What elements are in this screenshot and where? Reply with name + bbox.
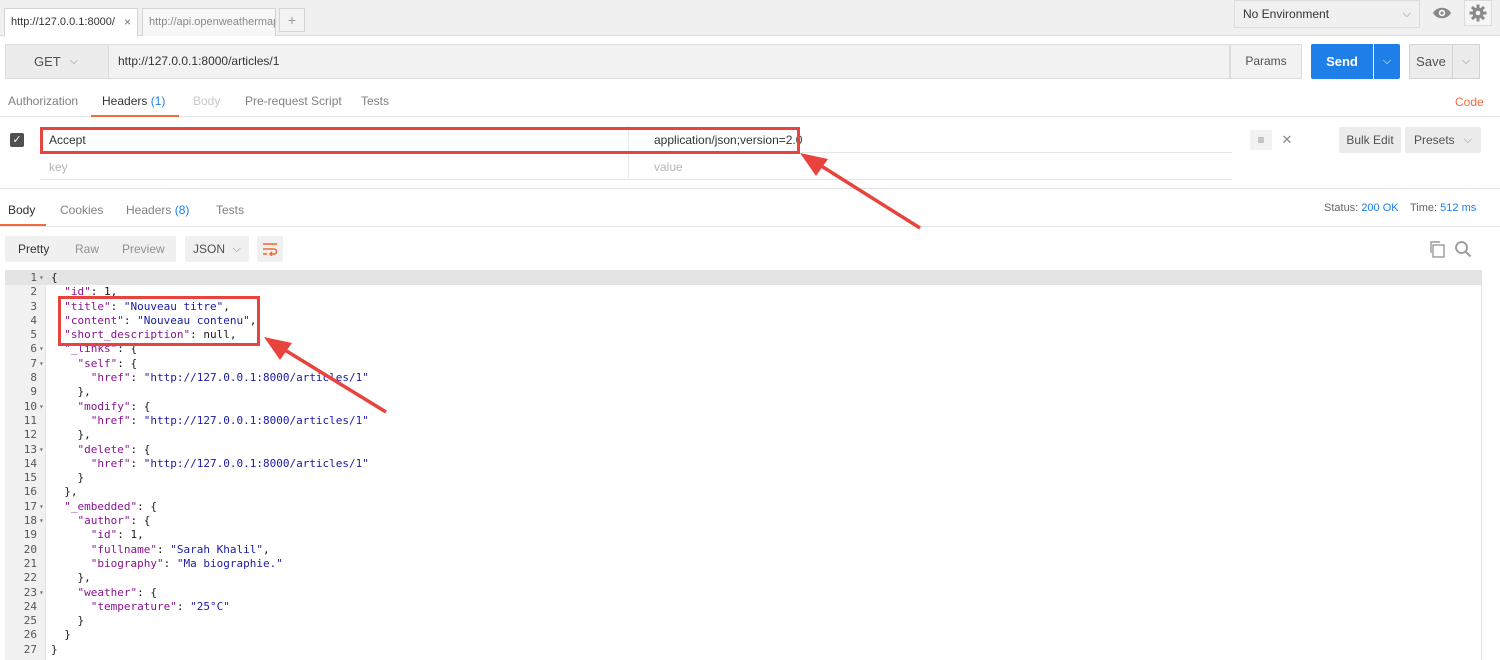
annotation-arrow-header [814, 160, 921, 230]
annotation-arrow-fields [279, 345, 387, 414]
annotation-arrowhead [264, 337, 292, 360]
annotation-arrows [264, 153, 921, 414]
annotation-arrowhead [800, 153, 828, 176]
